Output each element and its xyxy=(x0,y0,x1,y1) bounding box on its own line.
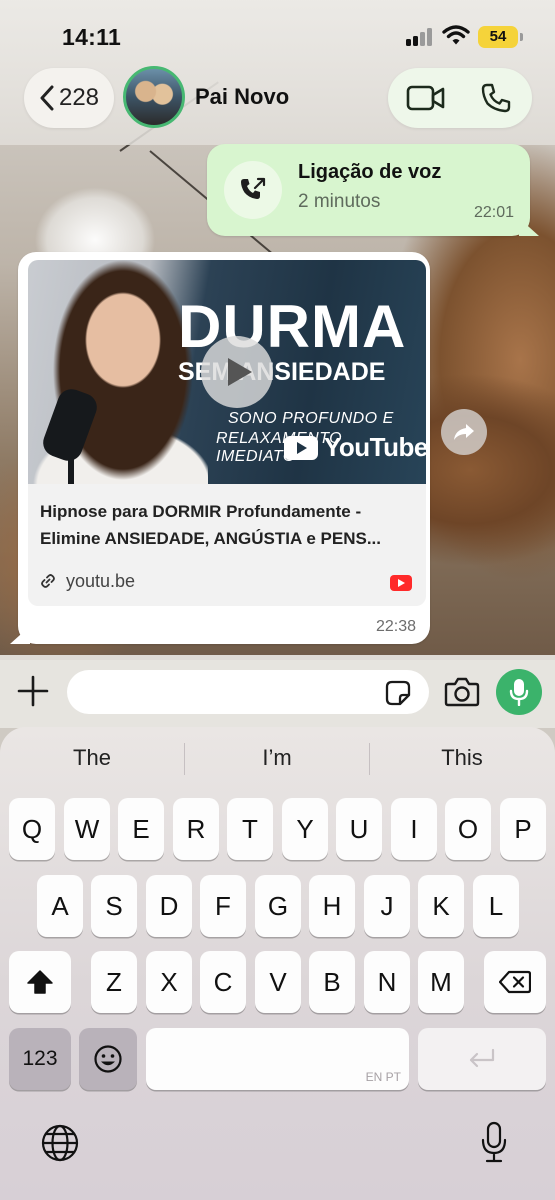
key-u[interactable]: U xyxy=(336,798,382,860)
unread-count: 228 xyxy=(58,84,100,111)
message-timestamp: 22:01 xyxy=(473,204,514,221)
call-duration: 2 minutos xyxy=(298,191,381,212)
numbers-key[interactable]: 123 xyxy=(9,1028,71,1090)
status-time: 14:11 xyxy=(62,24,122,50)
video-thumbnail[interactable]: DURMA SEM ANSIEDADE SONO PROFUNDO E RELA… xyxy=(28,260,426,484)
key-m[interactable]: M xyxy=(418,951,464,1013)
key-o[interactable]: O xyxy=(445,798,491,860)
suggestion-3[interactable]: This xyxy=(370,745,554,771)
keyboard: The I’m This Q W E R T Y U I O P A S D F… xyxy=(0,727,555,1200)
key-p[interactable]: P xyxy=(500,798,546,860)
youtube-icon xyxy=(390,575,412,591)
outgoing-call-badge xyxy=(224,161,282,219)
keyboard-language-hint: EN PT xyxy=(365,1070,401,1084)
key-v[interactable]: V xyxy=(255,951,301,1013)
cellular-signal-icon xyxy=(406,28,434,46)
youtube-wordmark: YouTube xyxy=(324,432,426,462)
key-r[interactable]: R xyxy=(173,798,219,860)
message-input[interactable] xyxy=(67,670,429,714)
return-icon xyxy=(469,1048,495,1068)
link-preview-info[interactable]: Hipnose para DORMIR Profundamente - Elim… xyxy=(28,484,426,606)
thumbnail-caption-line1: SONO PROFUNDO E xyxy=(228,410,394,427)
emoji-icon xyxy=(94,1045,122,1073)
key-q[interactable]: Q xyxy=(9,798,55,860)
key-k[interactable]: K xyxy=(418,875,464,937)
play-button[interactable] xyxy=(201,336,273,408)
key-b[interactable]: B xyxy=(309,951,355,1013)
contact-avatar[interactable] xyxy=(123,66,185,128)
wifi-icon xyxy=(442,25,470,45)
shift-arrow-icon xyxy=(27,970,53,994)
key-h[interactable]: H xyxy=(309,875,355,937)
key-t[interactable]: T xyxy=(227,798,273,860)
key-i[interactable]: I xyxy=(391,798,437,860)
message-timestamp: 22:38 xyxy=(375,618,416,635)
key-d[interactable]: D xyxy=(146,875,192,937)
phone-icon xyxy=(481,83,511,113)
key-n[interactable]: N xyxy=(364,951,410,1013)
key-x[interactable]: X xyxy=(146,951,192,1013)
dictation-icon[interactable] xyxy=(480,1121,508,1163)
message-composer xyxy=(0,655,555,728)
delete-key[interactable] xyxy=(484,951,546,1013)
contact-name[interactable]: Pai Novo xyxy=(195,84,289,110)
link-title-line2: Elimine ANSIEDADE, ANGÚSTIA e PENS... xyxy=(40,529,382,548)
key-y[interactable]: Y xyxy=(282,798,328,860)
plus-icon[interactable] xyxy=(16,674,50,708)
call-title: Ligação de voz xyxy=(298,161,442,183)
outgoing-call-icon xyxy=(241,177,266,199)
emoji-key[interactable] xyxy=(79,1028,137,1090)
key-f[interactable]: F xyxy=(200,875,246,937)
key-c[interactable]: C xyxy=(200,951,246,1013)
key-s[interactable]: S xyxy=(91,875,137,937)
key-g[interactable]: G xyxy=(255,875,301,937)
voice-call-button[interactable] xyxy=(476,80,516,116)
suggestion-1[interactable]: The xyxy=(0,745,184,771)
voice-message-button[interactable] xyxy=(496,669,542,715)
shift-key[interactable] xyxy=(9,951,71,1013)
key-l[interactable]: L xyxy=(473,875,519,937)
key-z[interactable]: Z xyxy=(91,951,137,1013)
sticker-icon[interactable] xyxy=(384,679,412,707)
link-domain: youtu.be xyxy=(66,571,136,591)
link-title-line1: Hipnose para DORMIR Profundamente - xyxy=(40,502,362,521)
microphone-stand xyxy=(68,450,74,484)
chevron-left-icon xyxy=(40,85,54,111)
key-w[interactable]: W xyxy=(64,798,110,860)
backspace-icon xyxy=(499,970,531,994)
link-message[interactable]: DURMA SEM ANSIEDADE SONO PROFUNDO E RELA… xyxy=(18,252,430,644)
status-bar: 14:11 54 xyxy=(0,0,555,62)
youtube-logo: YouTube xyxy=(284,432,426,463)
link-title: Hipnose para DORMIR Profundamente - Elim… xyxy=(40,498,420,552)
link-icon xyxy=(41,574,55,588)
call-actions xyxy=(388,68,532,128)
suggestion-bar: The I’m This xyxy=(0,727,555,793)
globe-icon[interactable] xyxy=(40,1123,80,1163)
battery-indicator: 54 xyxy=(478,26,523,48)
youtube-play-icon xyxy=(284,435,318,460)
key-a[interactable]: A xyxy=(37,875,83,937)
key-e[interactable]: E xyxy=(118,798,164,860)
return-key[interactable] xyxy=(418,1028,546,1090)
suggestion-2[interactable]: I’m xyxy=(185,745,369,771)
video-call-button[interactable] xyxy=(406,80,446,116)
key-j[interactable]: J xyxy=(364,875,410,937)
forward-button[interactable] xyxy=(441,409,487,455)
video-camera-icon xyxy=(406,85,445,111)
space-key[interactable]: EN PT xyxy=(146,1028,409,1090)
back-button[interactable]: 228 xyxy=(24,68,114,128)
forward-arrow-icon xyxy=(454,424,474,440)
microphone-icon xyxy=(509,679,529,706)
camera-icon[interactable] xyxy=(444,675,480,709)
voice-call-message[interactable]: Ligação de voz 2 minutos 22:01 xyxy=(207,144,530,236)
